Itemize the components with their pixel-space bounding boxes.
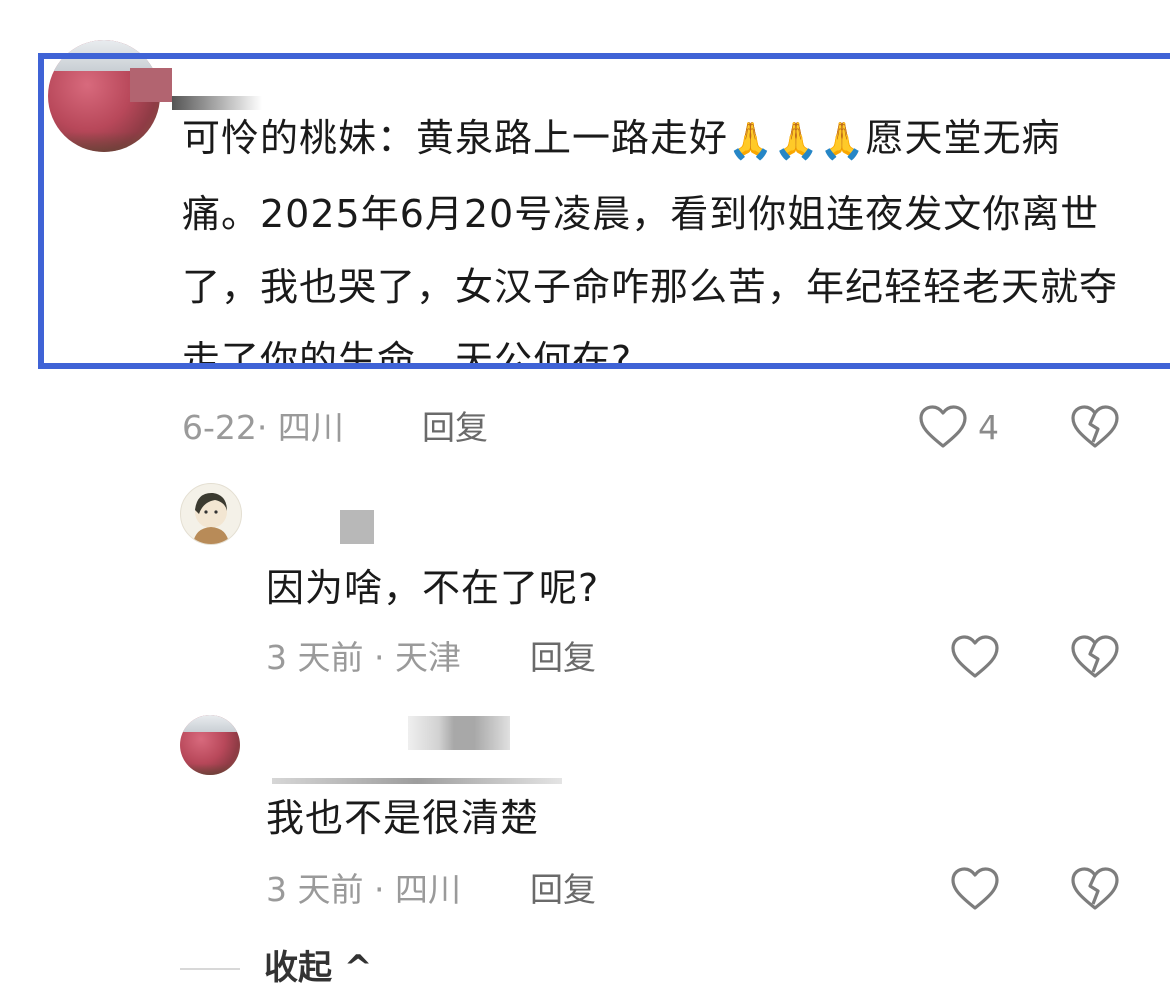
censored-username	[340, 510, 374, 544]
comment-author-prefix: 可怜的桃妹：	[182, 116, 417, 160]
collapse-divider	[180, 968, 240, 970]
heart-icon[interactable]	[950, 866, 1000, 916]
pray-emoji: 🙏🙏🙏	[728, 121, 866, 162]
broken-heart-icon[interactable]	[1070, 404, 1120, 454]
reply-avatar[interactable]	[180, 483, 242, 545]
like-count: 4	[978, 408, 999, 447]
main-comment-text: 可怜的桃妹：黄泉路上一路走好🙏🙏🙏愿天堂无病痛。2025年6月20号凌晨，看到你…	[182, 102, 1122, 365]
comment-text-part1: 黄泉路上一路走好	[416, 116, 729, 160]
reply-button[interactable]: 回复	[530, 638, 596, 678]
collapse-button[interactable]: 收起 ^	[264, 946, 372, 983]
heart-icon[interactable]	[918, 404, 968, 454]
reply-text: 因为啥，不在了呢?	[266, 566, 600, 610]
reply-date-location: 3 天前 · 天津	[266, 638, 461, 677]
reply-text: 我也不是很清楚	[266, 796, 540, 840]
broken-heart-icon[interactable]	[1070, 634, 1120, 684]
reply-avatar[interactable]	[180, 715, 240, 775]
reply-button[interactable]: 回复	[530, 870, 596, 910]
reply-date-location: 3 天前 · 四川	[266, 870, 461, 909]
censored-username	[408, 716, 510, 750]
comment-thread: 可怜的桃妹：黄泉路上一路走好🙏🙏🙏愿天堂无病痛。2025年6月20号凌晨，看到你…	[0, 0, 1170, 983]
reply-button[interactable]: 回复	[422, 408, 488, 448]
censored-username	[130, 68, 172, 102]
comment-date-location: 6-22· 四川	[182, 408, 344, 447]
heart-icon[interactable]	[950, 634, 1000, 684]
broken-heart-icon[interactable]	[1070, 866, 1120, 916]
